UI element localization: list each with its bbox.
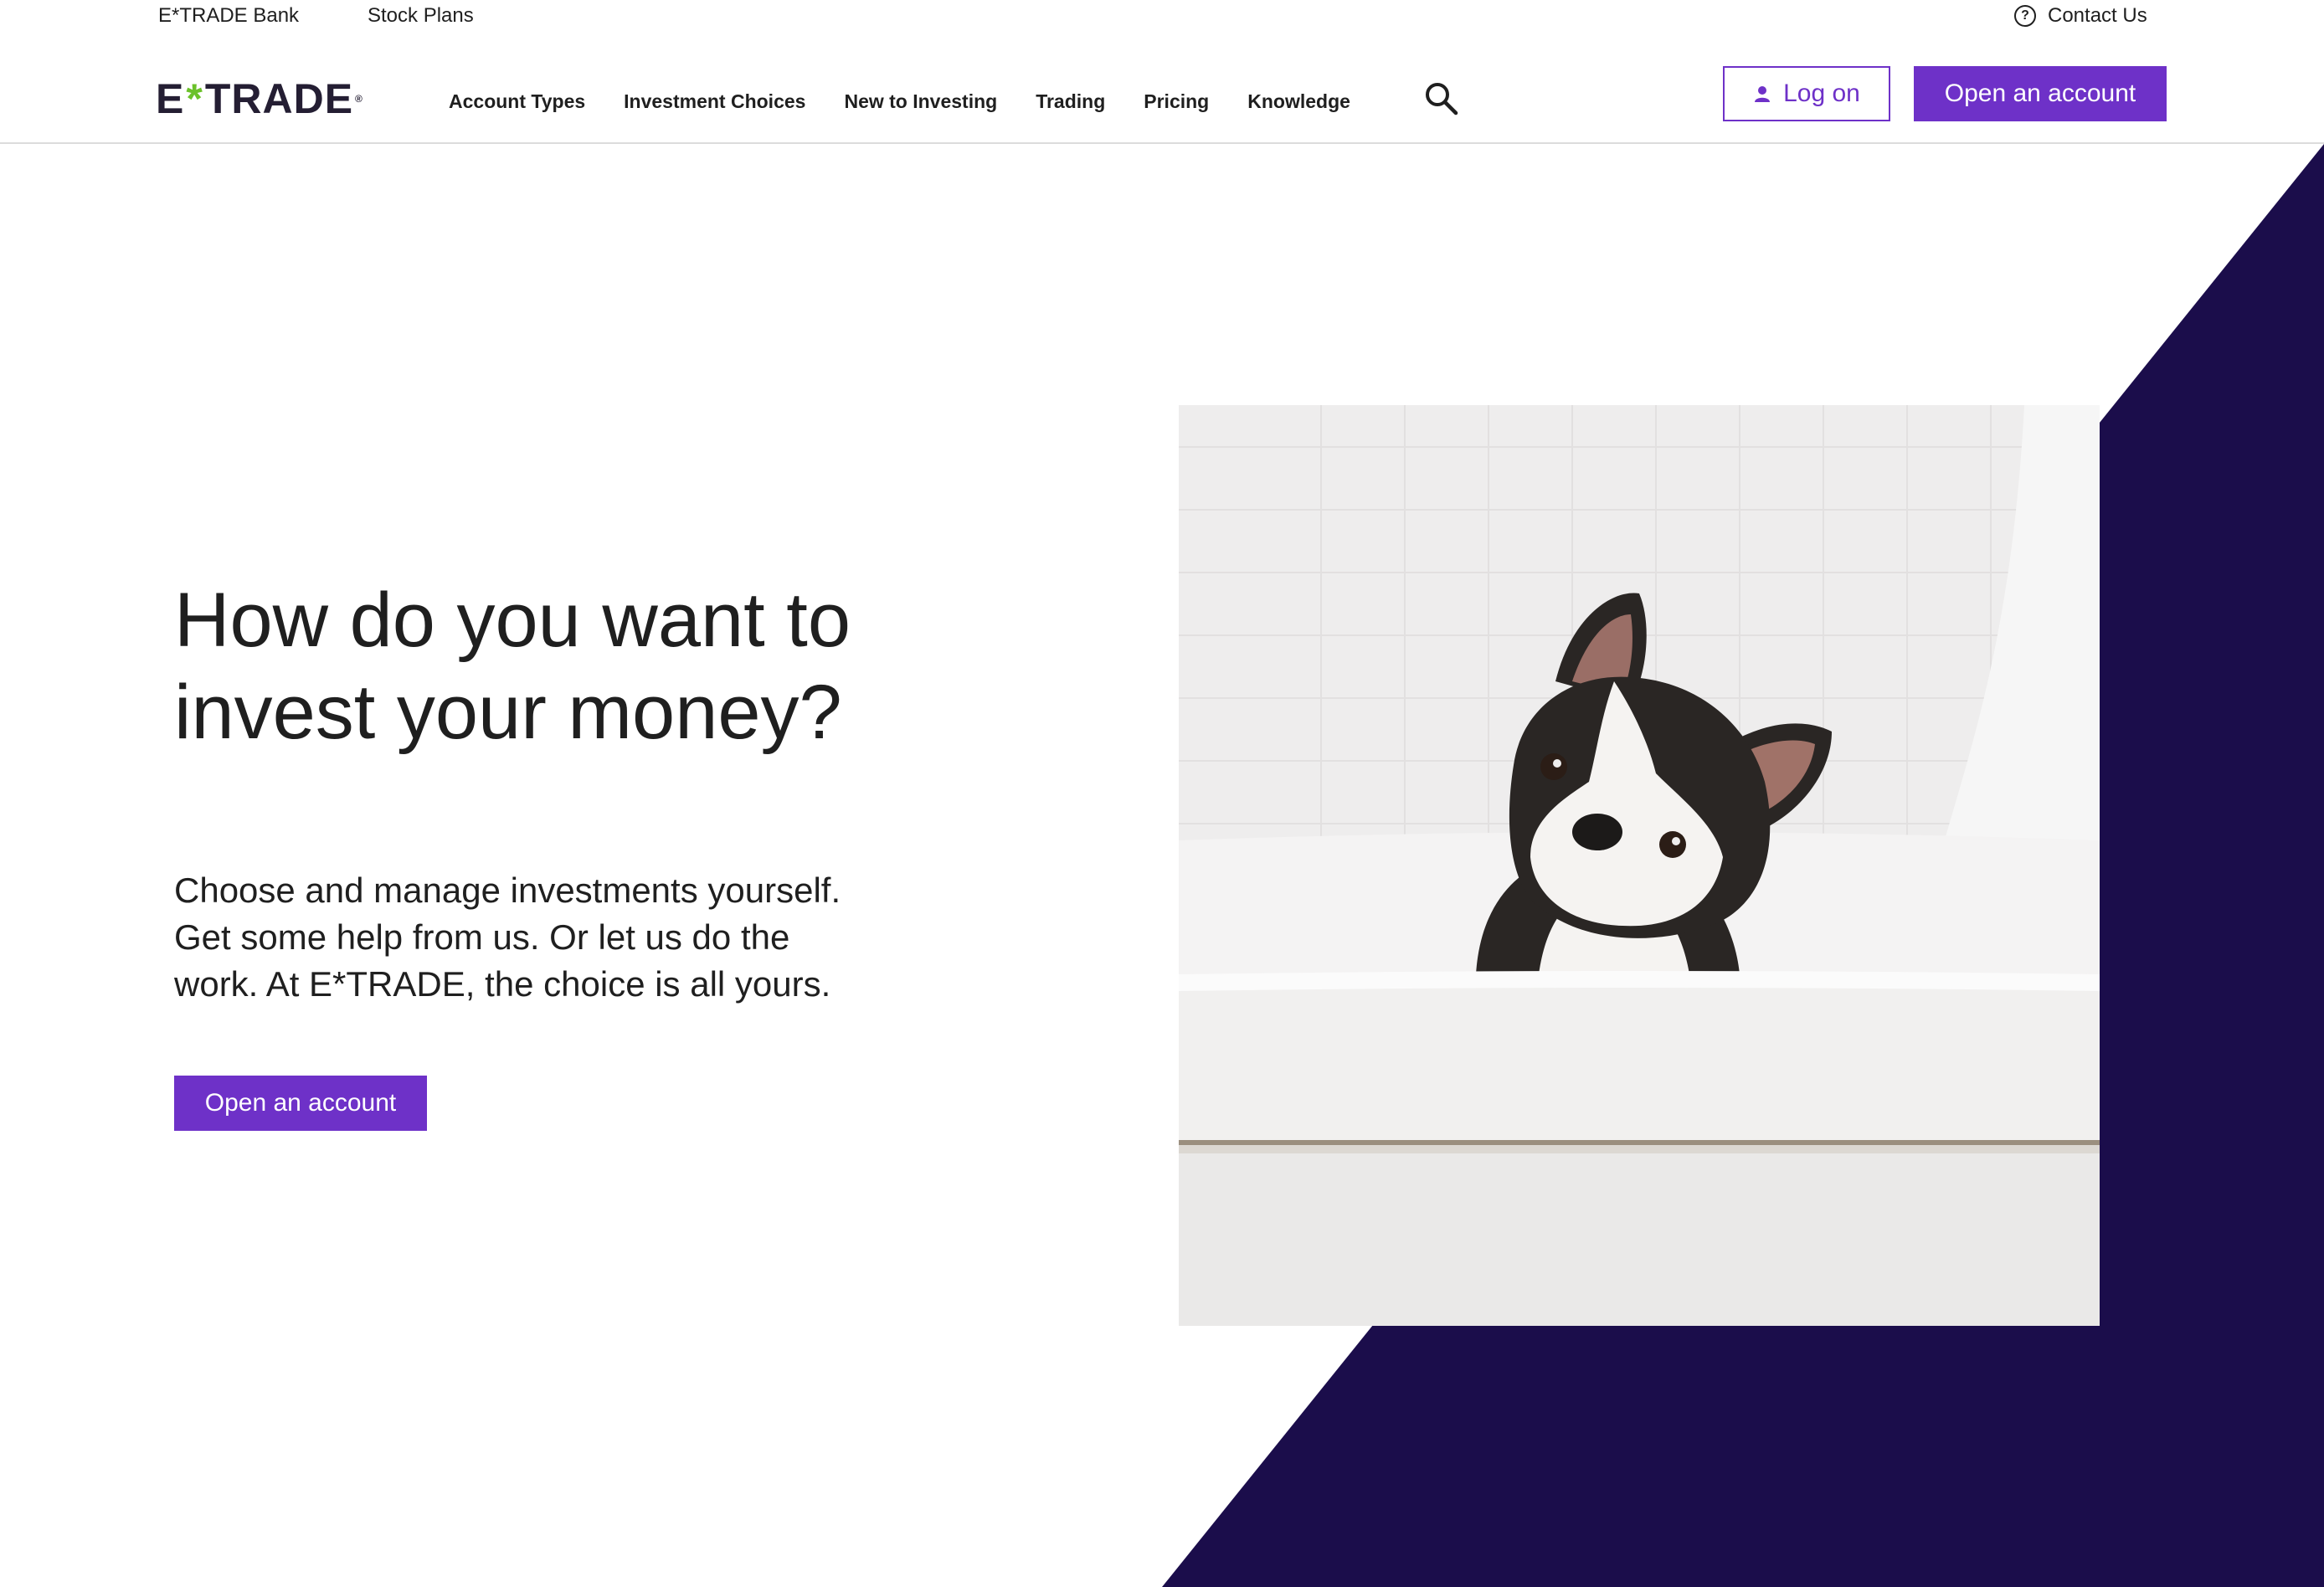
contact-us-link[interactable]: ? Contact Us	[2014, 2, 2147, 30]
primary-nav: Account Types Investment Choices New to …	[449, 84, 1389, 119]
hero-dog-photo	[1179, 405, 2100, 1326]
logo-text-left: E	[156, 75, 185, 122]
logo-star: *	[186, 75, 203, 122]
main-header: E * TRADE ® Account Types Investment Cho…	[0, 33, 2324, 144]
nav-trading[interactable]: Trading	[1036, 84, 1105, 119]
nav-account-types[interactable]: Account Types	[449, 84, 585, 119]
log-on-button[interactable]: Log on	[1723, 66, 1890, 121]
hero-subtitle: Choose and manage investments yourself. …	[174, 871, 841, 1004]
utility-bar: E*TRADE Bank Stock Plans ? Contact Us	[0, 0, 2324, 33]
logo-registered-mark: ®	[355, 93, 363, 105]
contact-us-label: Contact Us	[2048, 4, 2147, 27]
open-account-button-header[interactable]: Open an account	[1914, 66, 2167, 121]
log-on-label: Log on	[1783, 80, 1860, 107]
open-account-button-hero[interactable]: Open an account	[174, 1076, 427, 1131]
person-icon	[1755, 86, 1771, 102]
page: E*TRADE Bank Stock Plans ? Contact Us E …	[0, 0, 2324, 1587]
etrade-bank-link[interactable]: E*TRADE Bank	[158, 2, 299, 30]
help-circle-icon: ?	[2014, 5, 2036, 27]
stock-plans-link[interactable]: Stock Plans	[368, 2, 474, 30]
nav-new-to-investing[interactable]: New to Investing	[844, 84, 997, 119]
etrade-logo[interactable]: E * TRADE ®	[156, 75, 363, 122]
nav-investment-choices[interactable]: Investment Choices	[624, 84, 805, 119]
logo-text-right: TRADE	[204, 75, 354, 122]
hero-title: How do you want to invest your money?	[174, 578, 851, 755]
nav-knowledge[interactable]: Knowledge	[1247, 84, 1350, 119]
search-icon[interactable]	[1423, 80, 1458, 116]
nav-pricing[interactable]: Pricing	[1144, 84, 1209, 119]
